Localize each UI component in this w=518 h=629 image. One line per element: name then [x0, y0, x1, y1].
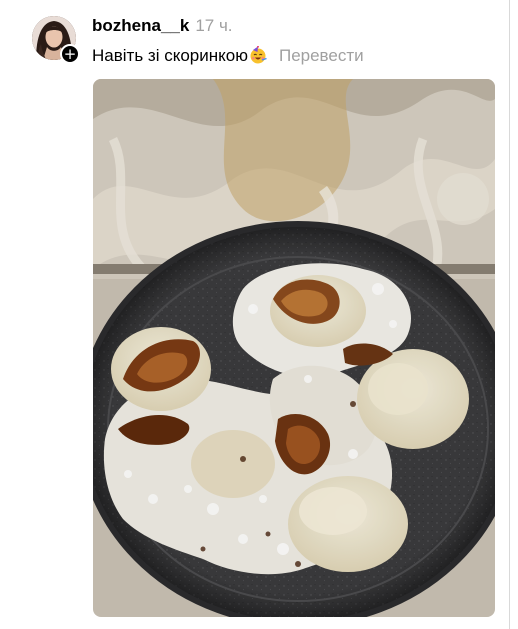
avatar-container[interactable]: + [32, 16, 80, 64]
post: + bozhena__k 17 ч. Навіть зі скоринкою Пе… [0, 0, 509, 629]
post-timestamp: 17 ч. [195, 16, 233, 35]
post-caption-row: Навіть зі скоринкою Перевести [92, 44, 364, 68]
post-photo[interactable] [93, 79, 495, 617]
post-caption: Навіть зі скоринкою [92, 46, 248, 65]
panel-divider [509, 0, 510, 629]
translate-link[interactable]: Перевести [279, 46, 364, 65]
follow-plus-icon[interactable]: + [60, 44, 80, 64]
username-link[interactable]: bozhena__k [92, 16, 189, 35]
party-face-emoji-icon [249, 45, 267, 64]
post-header: bozhena__k 17 ч. [92, 15, 233, 37]
